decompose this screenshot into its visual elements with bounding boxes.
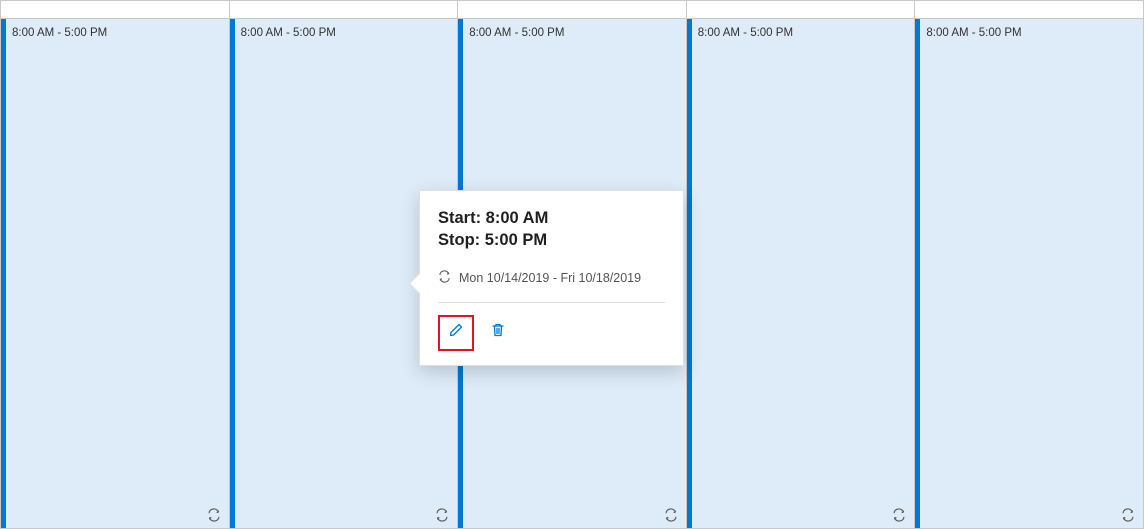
event-time-label: 8:00 AM - 5:00 PM: [469, 27, 564, 39]
day-header: [687, 1, 915, 19]
recurring-icon: [892, 508, 906, 522]
day-column: 8:00 AM - 5:00 PM: [915, 1, 1143, 528]
annotation-highlight: [438, 315, 474, 351]
schedule-event[interactable]: 8:00 AM - 5:00 PM: [915, 19, 1143, 528]
delete-button[interactable]: [484, 319, 512, 347]
recurring-icon: [438, 270, 451, 286]
divider: [438, 302, 665, 303]
day-header: [458, 1, 686, 19]
recurring-icon: [435, 508, 449, 522]
recurring-icon: [1121, 508, 1135, 522]
day-header: [230, 1, 458, 19]
recurring-icon: [664, 508, 678, 522]
pencil-icon: [448, 322, 464, 343]
day-column: 8:00 AM - 5:00 PM: [1, 1, 230, 528]
popover-start-time: Start: 8:00 AM: [438, 207, 665, 229]
schedule-event[interactable]: 8:00 AM - 5:00 PM: [1, 19, 229, 528]
day-column: 8:00 AM - 5:00 PM: [687, 1, 916, 528]
popover-recurrence-row: Mon 10/14/2019 - Fri 10/18/2019: [438, 270, 665, 286]
trash-icon: [490, 322, 506, 343]
popover-actions: [438, 315, 665, 351]
recurrence-range-text: Mon 10/14/2019 - Fri 10/18/2019: [459, 271, 641, 285]
event-details-popover: Start: 8:00 AM Stop: 5:00 PM Mon 10/14/2…: [419, 190, 684, 366]
popover-stop-time: Stop: 5:00 PM: [438, 229, 665, 251]
event-time-label: 8:00 AM - 5:00 PM: [12, 27, 107, 39]
edit-button[interactable]: [442, 319, 470, 347]
event-time-label: 8:00 AM - 5:00 PM: [241, 27, 336, 39]
recurring-icon: [207, 508, 221, 522]
schedule-event[interactable]: 8:00 AM - 5:00 PM: [687, 19, 915, 528]
day-header: [1, 1, 229, 19]
event-time-label: 8:00 AM - 5:00 PM: [926, 27, 1021, 39]
event-time-label: 8:00 AM - 5:00 PM: [698, 27, 793, 39]
day-header: [915, 1, 1143, 19]
